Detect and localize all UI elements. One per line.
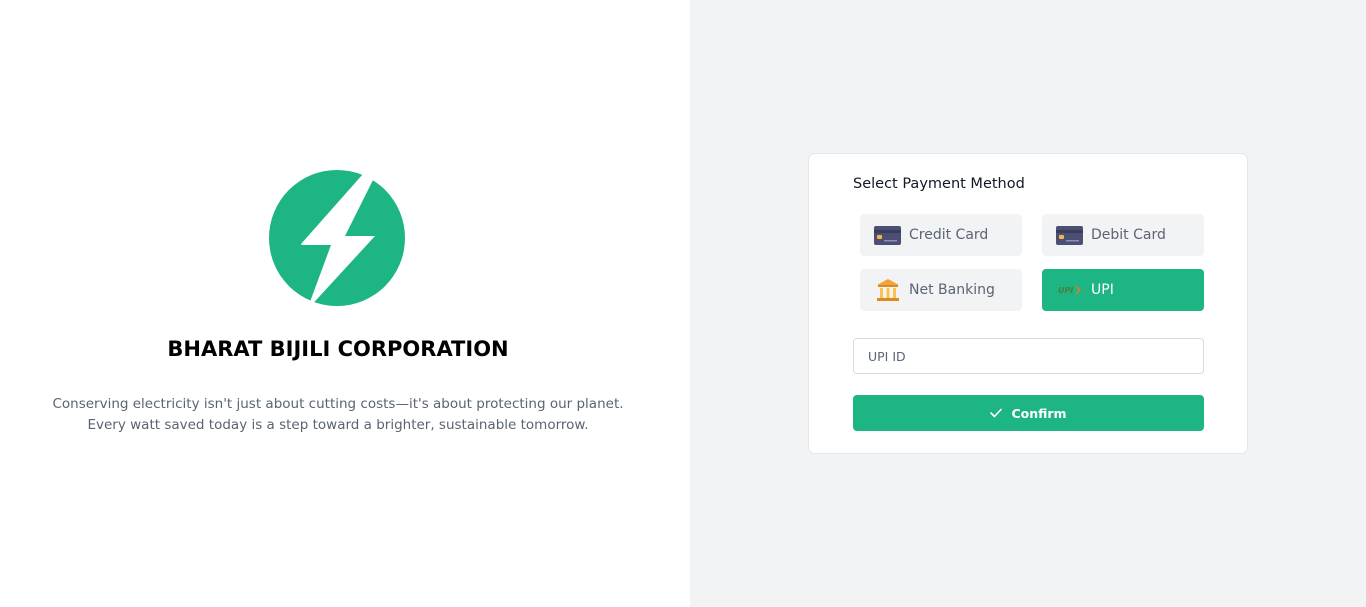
company-name: BHARAT BIJILI CORPORATION (167, 337, 509, 361)
confirm-button[interactable]: Confirm (853, 395, 1204, 431)
upi-id-input[interactable] (853, 338, 1204, 374)
method-credit-card[interactable]: Credit Card (860, 214, 1022, 256)
method-label: UPI (1091, 282, 1114, 298)
payment-card: Select Payment Method Credit Card Debit … (808, 153, 1248, 454)
brand-panel: BHARAT BIJILI CORPORATION Conserving ele… (0, 0, 690, 607)
method-debit-card[interactable]: Debit Card (1042, 214, 1204, 256)
bank-icon (874, 279, 901, 301)
payment-panel: Select Payment Method Credit Card Debit … (690, 0, 1366, 607)
company-tagline: Conserving electricity isn't just about … (52, 396, 624, 433)
lightning-bolt-icon (269, 170, 405, 306)
svg-text:UPI: UPI (1058, 286, 1073, 295)
check-icon (990, 408, 1003, 418)
credit-card-icon (874, 224, 901, 246)
debit-card-icon (1056, 224, 1083, 246)
method-label: Debit Card (1091, 227, 1166, 243)
upi-icon: UPI (1056, 279, 1083, 301)
confirm-label: Confirm (1011, 405, 1067, 421)
method-label: Net Banking (909, 282, 995, 298)
method-upi[interactable]: UPI UPI (1042, 269, 1204, 311)
method-net-banking[interactable]: Net Banking (860, 269, 1022, 311)
method-label: Credit Card (909, 227, 989, 243)
payment-title: Select Payment Method (853, 176, 1025, 192)
